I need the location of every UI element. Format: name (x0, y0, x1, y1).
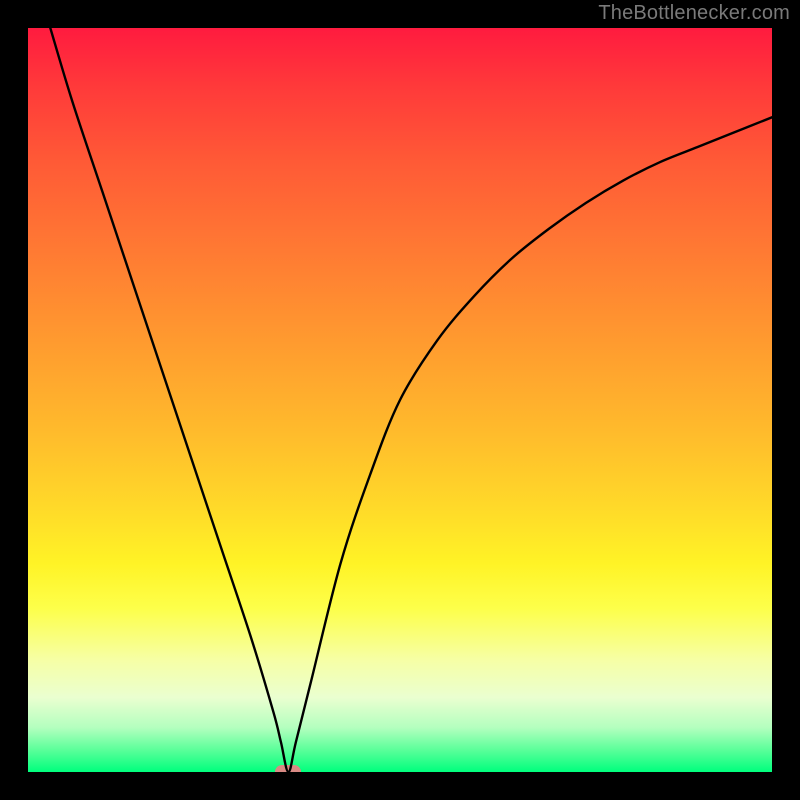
chart-frame: TheBottlenecker.com (0, 0, 800, 800)
bottleneck-curve (28, 28, 772, 772)
attribution-label: TheBottlenecker.com (598, 2, 790, 25)
plot-area (28, 28, 772, 772)
